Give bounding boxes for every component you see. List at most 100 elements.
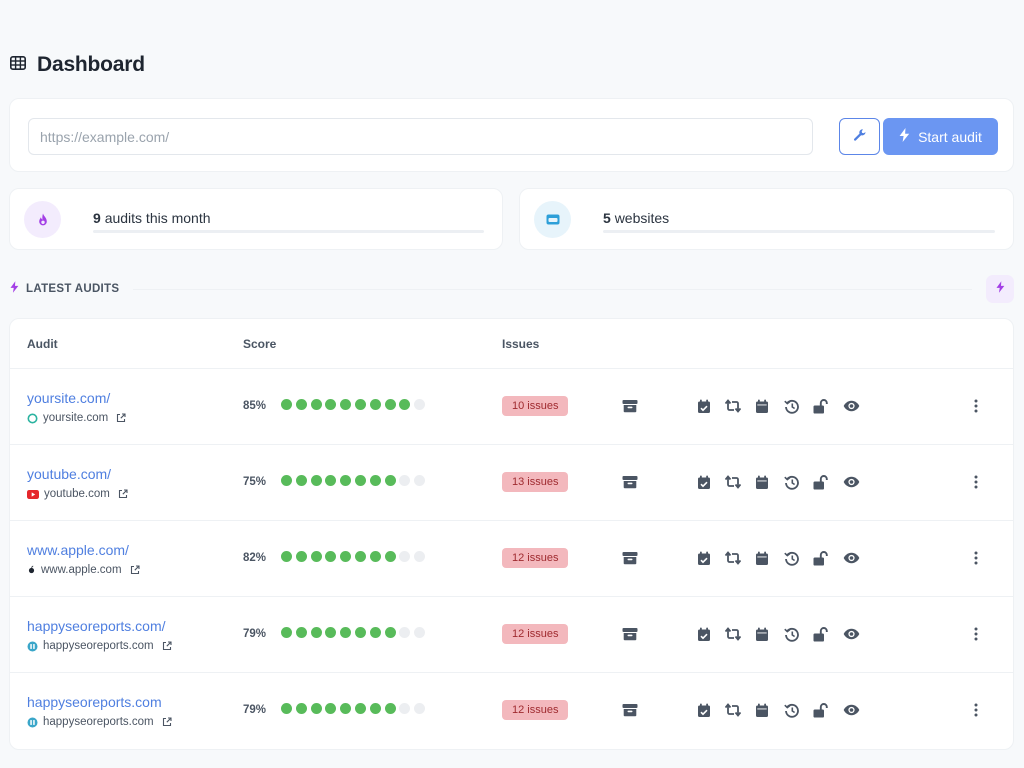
score-dot (310, 475, 322, 486)
archive-icon[interactable] (621, 473, 639, 491)
audit-site-link[interactable]: yoursite.com/ (27, 390, 110, 406)
score-dot (325, 703, 337, 714)
schedule-icon[interactable] (695, 549, 713, 567)
calendar-icon[interactable] (753, 701, 771, 719)
score-dot (399, 627, 411, 638)
score-dot (340, 703, 352, 714)
view-icon[interactable] (842, 549, 860, 567)
happyseo-favicon (27, 717, 38, 728)
table-row: yoursite.com/yoursite.com 85% 10 issues (10, 369, 1013, 445)
recheck-icon[interactable] (724, 473, 742, 491)
quick-audit-button[interactable] (986, 275, 1014, 303)
recheck-icon[interactable] (724, 625, 742, 643)
external-link-icon[interactable] (162, 641, 172, 651)
score-dot (281, 399, 292, 410)
start-audit-button[interactable]: Start audit (883, 118, 998, 155)
apple-favicon (27, 565, 36, 575)
unlock-icon[interactable] (812, 549, 830, 567)
history-icon[interactable] (783, 625, 801, 643)
score-dot (295, 551, 307, 562)
stat-card-audits: 9 audits this month (9, 188, 503, 250)
score-dot (340, 475, 352, 486)
table-row: happyseoreports.com happyseoreports.com 79… (10, 673, 1013, 749)
score-dot (354, 475, 366, 486)
score-dot (310, 551, 322, 562)
history-icon[interactable] (783, 549, 801, 567)
calendar-icon[interactable] (753, 473, 771, 491)
external-link-icon[interactable] (162, 717, 172, 727)
score-dots (281, 551, 426, 563)
calendar-icon[interactable] (753, 397, 771, 415)
score-dot (295, 627, 307, 638)
domain-label: yoursite.com (43, 412, 109, 424)
more-menu-icon[interactable] (967, 701, 985, 719)
score-dots (281, 703, 426, 715)
archive-icon[interactable] (621, 701, 639, 719)
issues-badge[interactable]: 12 issues (502, 700, 569, 720)
table-row: happyseoreports.com/happyseoreports.com 7… (10, 597, 1013, 673)
audit-form: Start audit (9, 98, 1014, 172)
score-dot (369, 551, 381, 562)
score-dot (414, 703, 426, 714)
archive-icon[interactable] (621, 549, 639, 567)
score-dot (310, 399, 322, 410)
history-icon[interactable] (783, 473, 801, 491)
more-menu-icon[interactable] (967, 397, 985, 415)
score-dot (325, 475, 337, 486)
audit-settings-button[interactable] (839, 118, 880, 155)
score-dots (281, 475, 426, 487)
score-dot (369, 627, 381, 638)
view-icon[interactable] (842, 625, 860, 643)
score-dot (340, 627, 352, 638)
score-dot (399, 475, 411, 486)
issues-badge[interactable]: 10 issues (502, 396, 569, 416)
view-icon[interactable] (842, 397, 860, 415)
more-menu-icon[interactable] (967, 473, 985, 491)
recheck-icon[interactable] (724, 701, 742, 719)
external-link-icon[interactable] (116, 413, 126, 423)
score-dot (354, 627, 366, 638)
view-icon[interactable] (842, 701, 860, 719)
more-menu-icon[interactable] (967, 625, 985, 643)
latest-audits-table: Audit Score Issues yoursite.com/yoursite… (9, 318, 1014, 750)
archive-icon[interactable] (621, 625, 639, 643)
score-dot (281, 551, 292, 562)
score-dot (399, 551, 411, 562)
audit-site-link[interactable]: happyseoreports.com/ (27, 618, 166, 634)
unlock-icon[interactable] (812, 397, 830, 415)
latest-audits-header: LATEST AUDITS (10, 275, 1014, 303)
score-dot (384, 703, 396, 714)
schedule-icon[interactable] (695, 701, 713, 719)
recheck-icon[interactable] (724, 397, 742, 415)
history-icon[interactable] (783, 701, 801, 719)
start-audit-label: Start audit (918, 128, 982, 145)
audit-site-link[interactable]: www.apple.com/ (27, 542, 129, 558)
recheck-icon[interactable] (724, 549, 742, 567)
stat-divider (603, 230, 995, 233)
url-input[interactable] (28, 118, 813, 155)
score-dot (414, 627, 426, 638)
schedule-icon[interactable] (695, 625, 713, 643)
audit-site-link[interactable]: youtube.com/ (27, 466, 111, 482)
score-dot (340, 399, 352, 410)
schedule-icon[interactable] (695, 397, 713, 415)
calendar-icon[interactable] (753, 549, 771, 567)
external-link-icon[interactable] (130, 565, 140, 575)
unlock-icon[interactable] (812, 701, 830, 719)
external-link-icon[interactable] (118, 489, 128, 499)
issues-badge[interactable]: 13 issues (502, 472, 569, 492)
unlock-icon[interactable] (812, 625, 830, 643)
archive-icon[interactable] (621, 397, 639, 415)
more-menu-icon[interactable] (967, 549, 985, 567)
column-header-audit: Audit (27, 337, 58, 351)
schedule-icon[interactable] (695, 473, 713, 491)
history-icon[interactable] (783, 397, 801, 415)
issues-badge[interactable]: 12 issues (502, 624, 569, 644)
issues-badge[interactable]: 12 issues (502, 548, 569, 568)
audit-site-link[interactable]: happyseoreports.com (27, 694, 162, 710)
score-dot (325, 551, 337, 562)
view-icon[interactable] (842, 473, 860, 491)
calendar-icon[interactable] (753, 625, 771, 643)
unlock-icon[interactable] (812, 473, 830, 491)
stat-websites-value: 5 (603, 210, 611, 226)
